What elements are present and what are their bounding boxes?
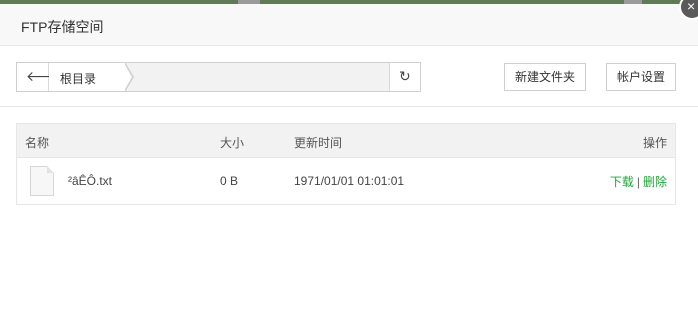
breadcrumb-root[interactable]: 根目录	[49, 63, 125, 91]
refresh-icon: ↻	[399, 68, 411, 84]
file-updated-time: 1971/01/01 01:01:01	[294, 174, 405, 188]
breadcrumb-chevron-fill	[124, 63, 132, 91]
back-button[interactable]: 🡐	[17, 63, 64, 91]
row-operations: 下载 | 删除	[610, 173, 667, 190]
table-row[interactable]: ²âÊÔ.txt 0 B 1971/01/01 01:01:01 下载 | 删除	[17, 158, 675, 204]
file-name[interactable]: ²âÊÔ.txt	[68, 174, 112, 188]
breadcrumb-root-label: 根目录	[60, 72, 97, 86]
delete-link[interactable]: 删除	[643, 175, 667, 189]
close-icon: ×	[687, 0, 696, 14]
file-icon	[30, 166, 54, 196]
refresh-button[interactable]: ↻	[389, 63, 420, 91]
path-bar: 🡐 根目录 ↻	[16, 62, 421, 92]
operation-separator: |	[636, 175, 640, 189]
file-table: 名称 大小 更新时间 操作 ²âÊÔ.txt 0 B 1971/01/01 01…	[16, 123, 676, 205]
account-settings-button[interactable]: 帐户设置	[606, 63, 676, 91]
toolbar-divider	[0, 106, 698, 107]
column-header-operation: 操作	[642, 136, 667, 150]
column-header-time[interactable]: 更新时间	[294, 134, 342, 151]
file-size: 0 B	[220, 174, 239, 188]
table-header: 名称 大小 更新时间 操作	[17, 124, 675, 158]
dialog-title: FTP存储空间	[21, 19, 104, 35]
download-link[interactable]: 下载	[610, 175, 634, 189]
column-header-name[interactable]: 名称	[25, 134, 49, 151]
dialog-header: FTP存储空间	[0, 4, 698, 46]
new-folder-button[interactable]: 新建文件夹	[504, 63, 586, 91]
column-header-size[interactable]: 大小	[220, 134, 244, 151]
ftp-storage-dialog: FTP存储空间 🡐 根目录 ↻ 新建文件夹 帐户设置 名称 大小 更新时间 操作…	[0, 4, 698, 322]
